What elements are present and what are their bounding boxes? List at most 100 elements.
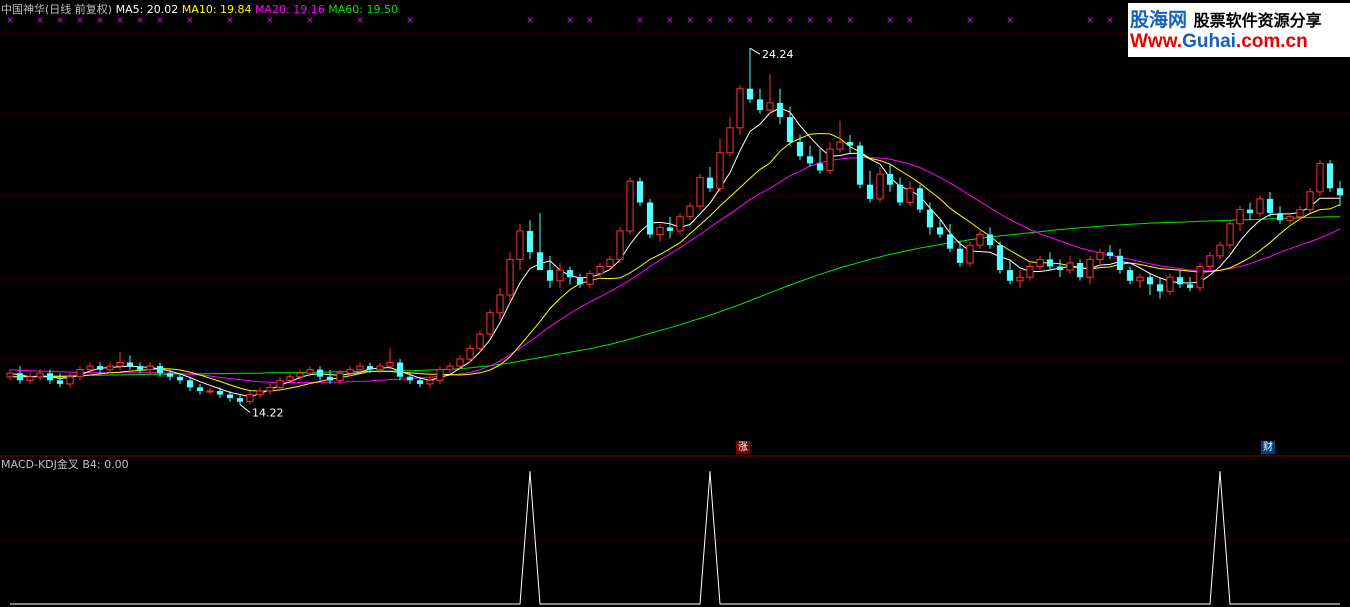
candle bbox=[926, 202, 934, 235]
candle-body bbox=[396, 362, 404, 377]
brand-name: 股海网 bbox=[1130, 9, 1188, 31]
candle bbox=[1116, 248, 1124, 274]
ma10-value: MA10: 19.84 bbox=[181, 3, 252, 16]
b4-spike-peak bbox=[1219, 471, 1221, 473]
candle-body bbox=[1236, 209, 1244, 225]
high-price-label-pointer bbox=[749, 47, 761, 55]
candle-body bbox=[1226, 223, 1234, 246]
candle-body bbox=[436, 369, 444, 381]
watermark-url: Www.Guhai.com.cn bbox=[1130, 31, 1308, 52]
candle-body bbox=[6, 372, 14, 378]
candle bbox=[526, 220, 534, 260]
candle bbox=[996, 241, 1004, 274]
candle-body bbox=[86, 365, 94, 371]
candle-body bbox=[656, 226, 664, 235]
indicator-title: MACD-KDJ金叉 bbox=[1, 458, 79, 471]
candle-body bbox=[606, 258, 614, 267]
candle bbox=[1236, 206, 1244, 231]
candle-body bbox=[136, 366, 144, 370]
candle-body bbox=[26, 376, 34, 381]
candlestick-series[interactable] bbox=[6, 48, 1344, 405]
candle bbox=[746, 48, 754, 103]
candle-body bbox=[456, 358, 464, 367]
candle bbox=[876, 166, 884, 203]
candle bbox=[1006, 259, 1014, 285]
candle bbox=[636, 177, 644, 207]
event-marker-cai[interactable]: 财 bbox=[1261, 441, 1275, 454]
signal-x-mark: × bbox=[786, 16, 794, 26]
candle bbox=[906, 181, 914, 207]
candle bbox=[1046, 252, 1054, 271]
ma10-path bbox=[10, 132, 1341, 392]
candle-body bbox=[196, 387, 204, 391]
candle-body bbox=[896, 184, 904, 203]
candle-body bbox=[746, 88, 754, 100]
ma60-value: MA60: 19.50 bbox=[328, 3, 398, 16]
candle bbox=[586, 270, 594, 288]
candle-body bbox=[176, 376, 184, 381]
candle-body bbox=[96, 366, 104, 370]
candle bbox=[426, 376, 434, 388]
candle bbox=[1316, 159, 1324, 196]
candle-body bbox=[836, 141, 844, 150]
ma5-value: MA5: 20.02 bbox=[115, 3, 179, 16]
candle bbox=[486, 309, 494, 338]
candle-body bbox=[986, 234, 994, 246]
signal-x-mark: × bbox=[806, 16, 814, 26]
signal-x-mark: × bbox=[36, 16, 44, 26]
candle-body bbox=[1186, 284, 1194, 288]
candle-body bbox=[706, 177, 714, 189]
ma20-value: MA20: 19.16 bbox=[255, 3, 325, 16]
candle-body bbox=[1206, 255, 1214, 268]
candle bbox=[256, 387, 264, 399]
candle bbox=[106, 362, 114, 374]
candle bbox=[1146, 273, 1154, 295]
candle-body bbox=[1016, 276, 1024, 282]
candle bbox=[806, 145, 814, 167]
candle-body bbox=[1066, 262, 1074, 271]
candle-body bbox=[146, 365, 154, 371]
signal-x-mark: × bbox=[636, 16, 644, 26]
candle bbox=[656, 223, 664, 242]
candle-body bbox=[996, 245, 1004, 271]
candle-body bbox=[636, 181, 644, 203]
candle-body bbox=[1096, 251, 1104, 260]
candle-body bbox=[616, 230, 624, 260]
candle bbox=[1166, 273, 1174, 295]
candle bbox=[866, 170, 874, 203]
candle bbox=[916, 184, 924, 214]
indicator-panel[interactable] bbox=[10, 471, 1340, 605]
candle bbox=[706, 166, 714, 192]
candle-body bbox=[506, 258, 514, 296]
candle-body bbox=[1056, 266, 1064, 271]
candle-body bbox=[66, 376, 74, 385]
candle-body bbox=[346, 369, 354, 374]
candle bbox=[1056, 259, 1064, 278]
candle bbox=[616, 227, 624, 263]
ma20-path bbox=[9, 157, 1341, 383]
stock-chart[interactable]: ××××××××××××××××××××××××××××××××××××××××… bbox=[0, 0, 1350, 607]
candle bbox=[1326, 159, 1334, 192]
event-marker-zhang[interactable]: 涨 bbox=[736, 441, 750, 454]
candle-body bbox=[906, 187, 914, 204]
candle bbox=[796, 134, 804, 160]
candle-body bbox=[1156, 284, 1164, 292]
candle bbox=[816, 149, 824, 175]
candle-body bbox=[46, 373, 54, 381]
candle bbox=[686, 202, 694, 221]
candle bbox=[936, 220, 944, 239]
candle bbox=[446, 362, 454, 374]
candle-body bbox=[1246, 209, 1254, 214]
candle bbox=[436, 366, 444, 384]
candle-body bbox=[596, 266, 604, 275]
candle-body bbox=[1166, 276, 1174, 292]
signal-x-mark: × bbox=[266, 16, 274, 26]
signal-x-mark: × bbox=[306, 16, 314, 26]
candle bbox=[456, 355, 464, 370]
candle bbox=[546, 255, 554, 288]
candle-body bbox=[376, 365, 384, 371]
candle-body bbox=[1216, 244, 1224, 257]
candle bbox=[1206, 252, 1214, 271]
candle bbox=[566, 266, 574, 285]
signal-x-mark: × bbox=[136, 16, 144, 26]
